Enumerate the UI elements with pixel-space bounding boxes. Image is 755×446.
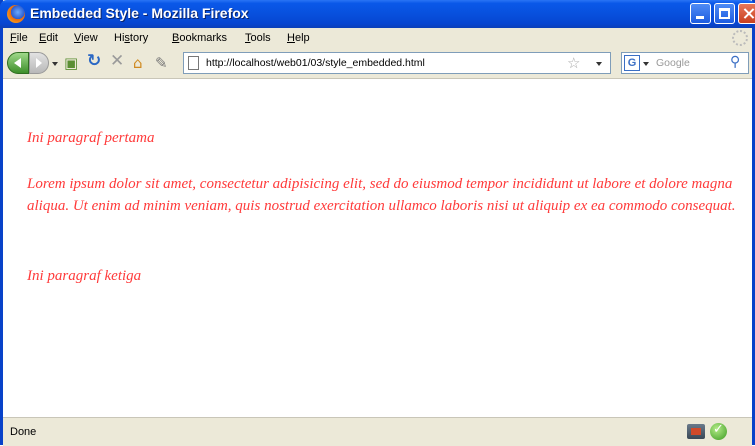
paragraph-third: Ini paragraf ketiga [27, 268, 142, 284]
menu-history[interactable]: History [114, 32, 148, 44]
menu-tools[interactable]: Tools [245, 32, 271, 44]
minimize-button[interactable] [690, 3, 711, 24]
page-content: Ini paragraf pertama Lorem ipsum dolor s… [3, 79, 752, 417]
search-engine-dropdown-icon[interactable] [643, 62, 649, 66]
home-icon[interactable]: ⌂ [133, 55, 143, 71]
menu-tools-label: ools [250, 32, 271, 44]
checkmark-icon[interactable] [710, 422, 727, 440]
firefox-logo-icon [7, 5, 25, 23]
maximize-button[interactable] [714, 3, 735, 24]
menu-view[interactable]: View [74, 32, 98, 44]
menu-history-label: tory [129, 32, 149, 44]
url-dropdown-icon[interactable] [596, 62, 602, 66]
search-engine-icon[interactable]: G [624, 55, 640, 71]
menu-help-hotkey: H [287, 32, 295, 44]
star-icon[interactable]: ☆ [567, 54, 580, 72]
menu-edit-label: dit [46, 32, 58, 44]
window-title: Embedded Style - Mozilla Firefox [30, 5, 249, 21]
url-text[interactable]: http://localhost/web01/03/style_embedded… [206, 57, 561, 69]
bookmark-tag-icon[interactable]: ✎ [155, 55, 168, 71]
page-favicon-icon [188, 56, 199, 70]
paragraph-second: Lorem ipsum dolor sit amet, consectetur … [27, 176, 736, 214]
url-bar[interactable]: http://localhost/web01/03/style_embedded… [183, 52, 611, 74]
throbber-icon [732, 30, 748, 46]
history-dropdown-icon[interactable] [52, 62, 58, 66]
paragraph-first: Ini paragraf pertama [27, 130, 155, 146]
close-button[interactable] [738, 3, 755, 24]
menu-help[interactable]: Help [287, 32, 310, 44]
menu-file[interactable]: File [10, 32, 28, 44]
back-button[interactable] [7, 52, 29, 74]
menu-edit[interactable]: Edit [39, 32, 58, 44]
forward-button[interactable] [29, 52, 49, 74]
menu-history-prefix: Hi [114, 32, 125, 44]
title-bar[interactable]: Embedded Style - Mozilla Firefox [0, 0, 755, 28]
reload-icon[interactable]: ↻ [87, 53, 101, 70]
status-text: Done [10, 426, 37, 438]
navigation-toolbar: ▣ ↻ ✕ ⌂ ✎ http://localhost/web01/03/styl… [3, 48, 752, 79]
search-magnifier-icon[interactable]: ⚲ [730, 54, 740, 70]
menu-help-label: elp [294, 32, 310, 44]
addon-status-icon[interactable] [687, 424, 705, 439]
menu-bookmarks-label: ookmarks [179, 32, 228, 44]
menu-bookmarks[interactable]: Bookmarks [172, 32, 227, 44]
menu-file-label: ile [16, 32, 28, 44]
browser-window: Embedded Style - Mozilla Firefox File Ed… [0, 0, 755, 446]
search-input[interactable]: Google [656, 57, 690, 69]
menu-file-hotkey: F [10, 32, 17, 44]
menu-view-label: iew [81, 32, 98, 44]
menu-bar: File Edit View History Bookmarks Tools H… [3, 28, 752, 48]
status-bar: Done [3, 417, 752, 446]
search-bar[interactable]: G Google ⚲ [621, 52, 749, 74]
page-icon[interactable]: ▣ [64, 55, 78, 71]
stop-icon[interactable]: ✕ [110, 53, 124, 70]
